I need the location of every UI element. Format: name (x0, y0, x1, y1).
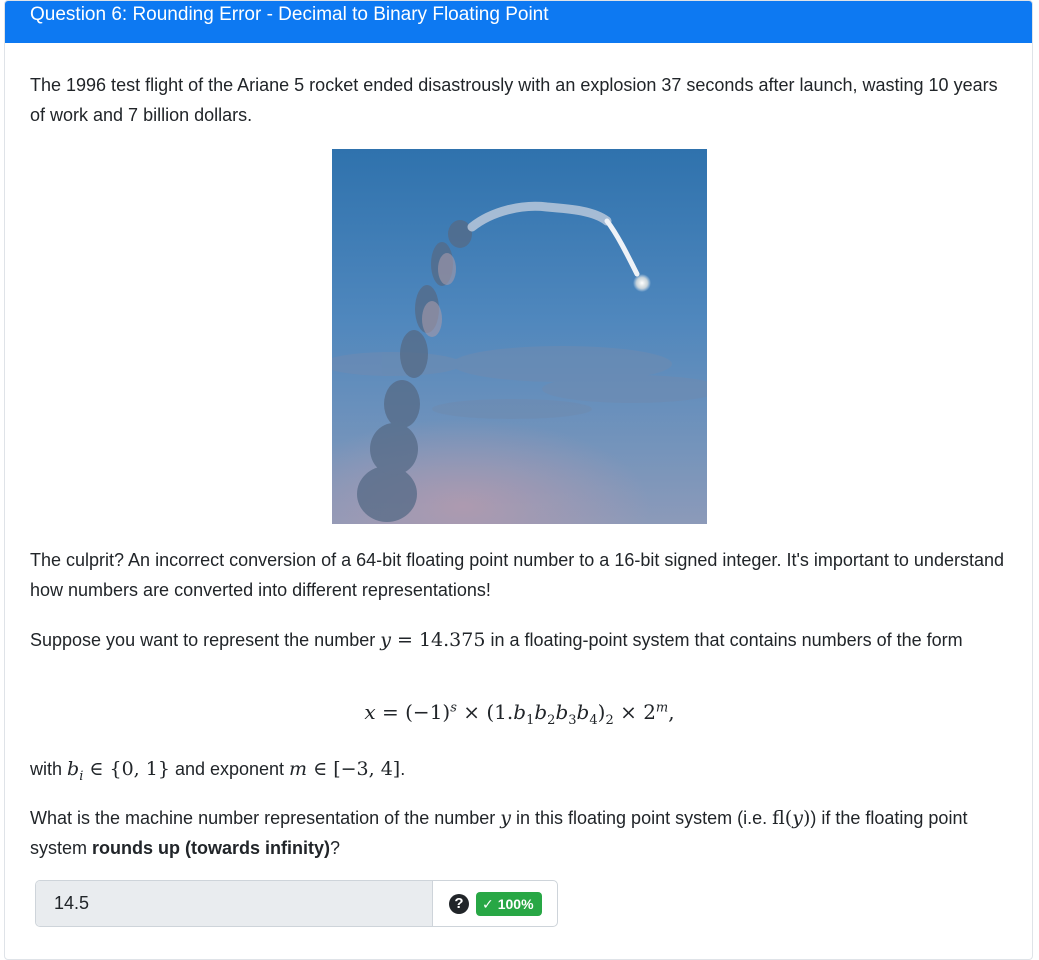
constraints-math-m: m ∈ [−3, 4] (289, 758, 401, 780)
question-card: Question 6: Rounding Error - Decimal to … (4, 0, 1033, 960)
question-text-middle: in this floating point system (i.e. (510, 808, 773, 828)
question-math-y: y (500, 807, 511, 829)
score-label: 100% (497, 896, 534, 912)
answer-input[interactable] (36, 881, 433, 926)
constraints-math-b: bi ∈ {0, 1} (67, 758, 170, 784)
constraints-paragraph: with bi ∈ {0, 1} and exponent m ∈ [−3, 4… (30, 754, 1010, 784)
question-header: Question 6: Rounding Error - Decimal to … (5, 1, 1032, 43)
question-circle-icon[interactable]: ? (449, 894, 469, 914)
suppose-text-before: Suppose you want to represent the number (30, 630, 381, 650)
ariane-rocket-image (332, 149, 707, 524)
question-text-end: ? (330, 838, 341, 858)
question-text-before: What is the machine number representatio… (30, 808, 501, 828)
score-badge: ✓ 100% (476, 892, 542, 916)
suppose-paragraph: Suppose you want to represent the number… (30, 625, 1010, 655)
intro-paragraph: The 1996 test flight of the Ariane 5 roc… (30, 75, 998, 125)
constraints-text-before: with (30, 759, 68, 779)
check-icon: ✓ (482, 896, 494, 912)
question-bold-text: rounds up (towards infinity) (92, 838, 330, 858)
question-math-fl: fl(y) (772, 807, 811, 829)
suppose-text-after: in a floating-point system that contains… (485, 630, 963, 650)
floating-point-formula: x = (−1)s × (1.b1b2b3b4)2 × 2m, (364, 700, 675, 728)
question-paragraph: What is the machine number representatio… (30, 803, 1010, 863)
constraints-text-middle: and exponent (169, 759, 290, 779)
question-title: Question 6: Rounding Error - Decimal to … (30, 4, 549, 25)
culprit-paragraph: The culprit? An incorrect conversion of … (30, 550, 1004, 600)
constraints-text-after: . (400, 759, 406, 779)
suppose-math: y = 14.375 (380, 629, 486, 651)
answer-input-group: ? ✓100% (35, 880, 558, 927)
